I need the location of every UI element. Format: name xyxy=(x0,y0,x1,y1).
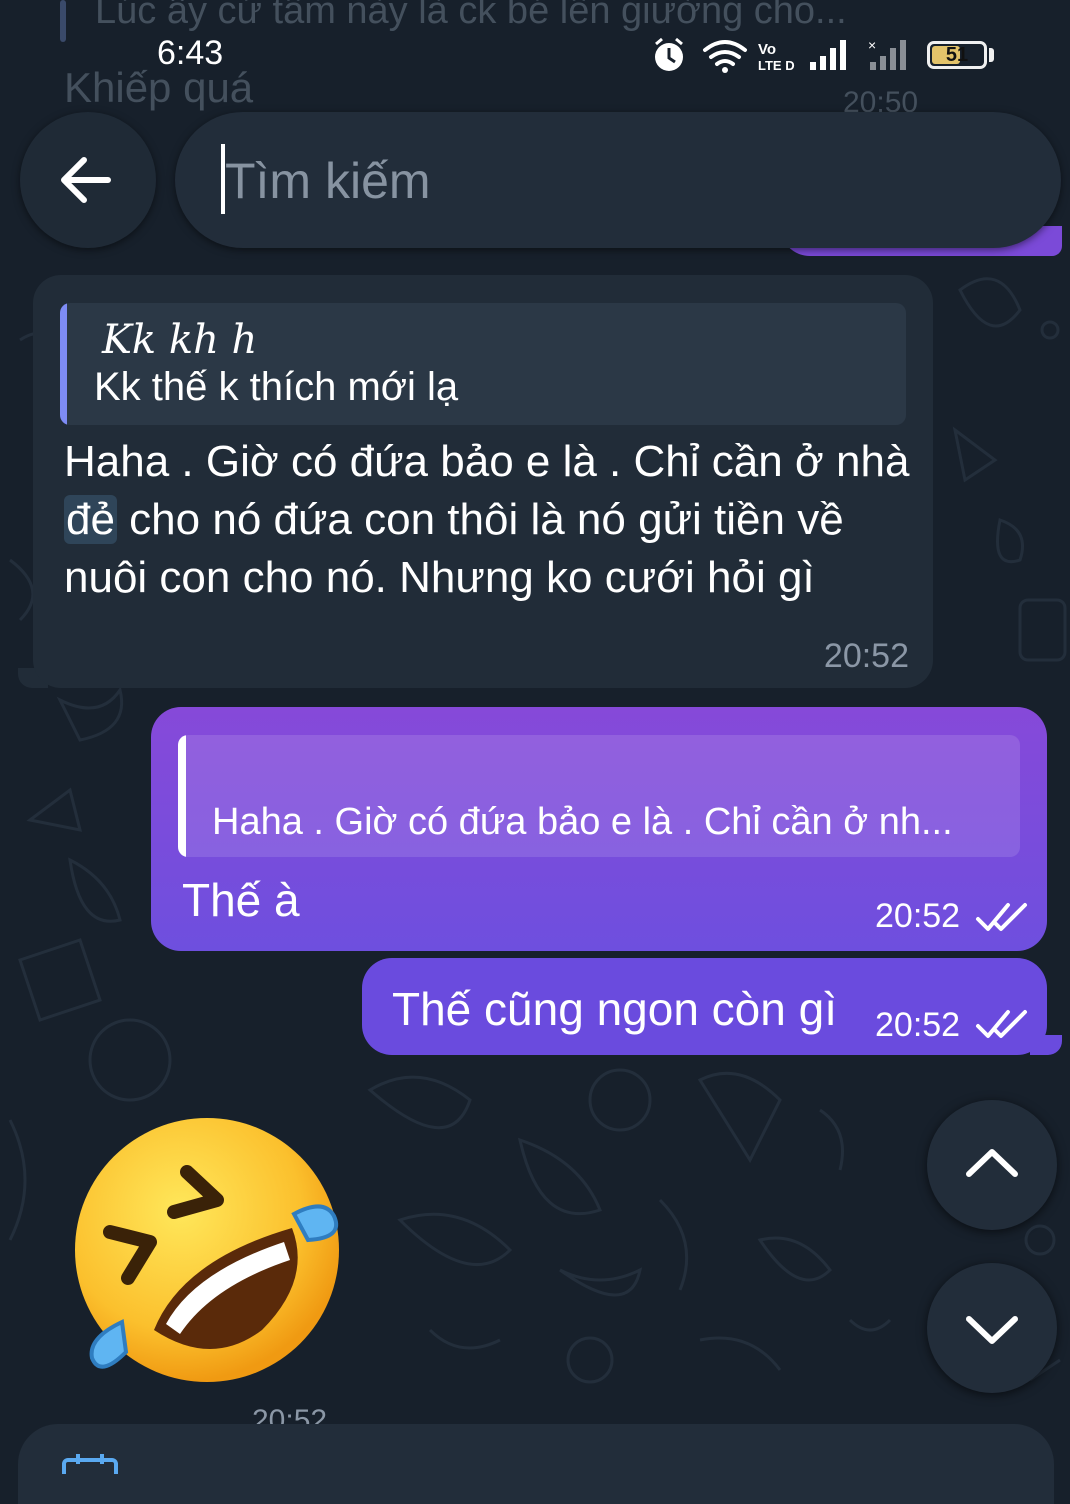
calendar-icon[interactable] xyxy=(60,1454,120,1474)
reply-quote-text: Kk thế k thích mới lạ xyxy=(94,365,459,409)
message-text: Thế à xyxy=(182,874,300,926)
double-check-icon xyxy=(976,903,1027,931)
reply-quote[interactable]: Haha . Giờ có đứa bảo e là . Chỉ cần ở n… xyxy=(178,735,1020,857)
message-text: Thế cũng ngon còn gì xyxy=(392,983,837,1035)
incoming-message[interactable]: Kk kh h Kk thế k thích mới lạ Haha . Giờ… xyxy=(33,275,933,688)
message-text-part: cho nó đứa con thôi là nó gửi tiền về nu… xyxy=(64,495,844,602)
message-time: 20:52 xyxy=(823,637,909,675)
reply-quote[interactable]: Kk kh h Kk thế k thích mới lạ xyxy=(60,303,906,425)
message-time: 20:52 xyxy=(875,897,961,935)
reply-quote-bar xyxy=(60,303,67,425)
search-bar[interactable] xyxy=(175,112,1061,248)
message-text: Haha . Giờ có đứa bảo e là . Chỉ cần ở n… xyxy=(64,433,914,607)
chevron-up-icon xyxy=(966,1149,1018,1177)
message-text-part: Haha . Giờ có đứa bảo e là . Chỉ cần ở n… xyxy=(64,437,910,486)
double-check-icon xyxy=(976,1010,1027,1038)
arrow-left-icon xyxy=(61,157,111,203)
status-icons: Vo LTE D × xyxy=(655,37,906,73)
rolling-laughing-emoji-icon[interactable] xyxy=(62,1110,352,1400)
battery-level: 51 xyxy=(945,44,969,66)
signal-icon-1 xyxy=(810,40,846,70)
back-button[interactable] xyxy=(20,112,156,248)
outgoing-message[interactable]: Haha . Giờ có đứa bảo e là . Chỉ cần ở n… xyxy=(151,707,1047,951)
scroll-down-button[interactable] xyxy=(927,1263,1057,1393)
reply-quote-text: Haha . Giờ có đứa bảo e là . Chỉ cần ở n… xyxy=(212,801,953,843)
bottom-search-bar[interactable] xyxy=(18,1424,1054,1504)
battery-tip xyxy=(989,48,994,62)
svg-text:×: × xyxy=(868,37,876,53)
battery-icon: 51 xyxy=(927,41,987,69)
message-time: 20:52 xyxy=(875,1006,961,1044)
reply-quote-author: Kk kh h xyxy=(102,317,258,363)
svg-text:LTE D: LTE D xyxy=(758,58,795,73)
search-input[interactable] xyxy=(223,142,987,220)
search-highlight: đẻ xyxy=(64,495,117,544)
scroll-up-button[interactable] xyxy=(927,1100,1057,1230)
wifi-icon xyxy=(703,40,747,66)
signal-icon-2: × xyxy=(868,37,906,70)
volte-icon: Vo xyxy=(758,41,776,58)
alarm-icon xyxy=(655,37,683,71)
status-time: 6:43 xyxy=(157,34,224,72)
outgoing-message[interactable]: Thế cũng ngon còn gì 20:52 xyxy=(362,958,1047,1055)
reply-quote-bar xyxy=(178,735,186,857)
chevron-down-icon xyxy=(966,1316,1018,1344)
ghost-message-line: Lúc ấy cứ tâm này là ck bé lên giường ch… xyxy=(95,0,847,32)
ghost-quote-bar xyxy=(60,0,66,42)
